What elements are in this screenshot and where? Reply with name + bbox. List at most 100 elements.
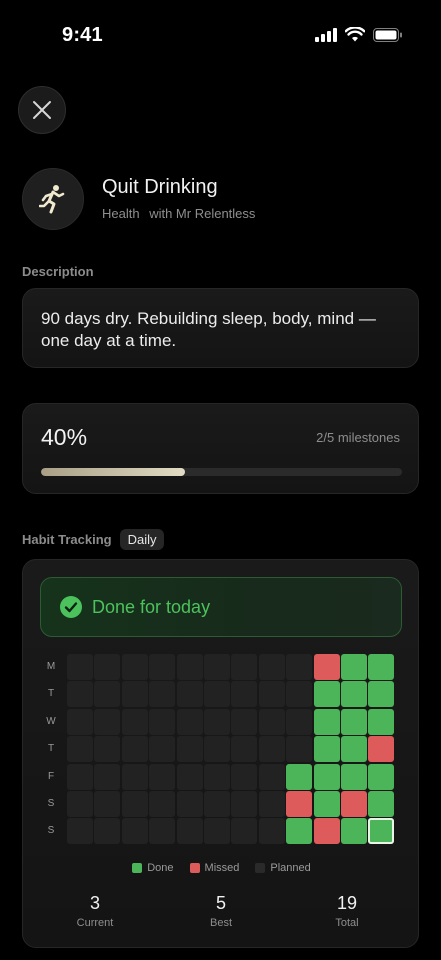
stat-best: 5 Best bbox=[181, 893, 261, 929]
day-cell-planned[interactable] bbox=[149, 763, 176, 790]
day-cell-done[interactable] bbox=[341, 763, 367, 790]
day-cell-planned[interactable] bbox=[94, 791, 121, 817]
day-cell-planned[interactable] bbox=[149, 681, 176, 708]
day-cell-planned[interactable] bbox=[204, 681, 230, 708]
day-cell-planned[interactable] bbox=[204, 818, 230, 845]
day-cell-done[interactable] bbox=[313, 791, 340, 817]
day-cell-planned[interactable] bbox=[94, 818, 121, 845]
day-cell-done[interactable] bbox=[313, 681, 340, 708]
day-cell-missed[interactable] bbox=[368, 736, 395, 763]
day-cell-done[interactable] bbox=[313, 763, 340, 790]
day-cell-planned[interactable] bbox=[94, 654, 121, 680]
progress-card: 40% 2/5 milestones bbox=[22, 403, 419, 494]
day-cell-planned[interactable] bbox=[176, 818, 203, 845]
day-cell-planned[interactable] bbox=[121, 681, 148, 708]
day-cell-planned[interactable] bbox=[258, 654, 285, 680]
day-cell-planned[interactable] bbox=[231, 818, 258, 845]
day-cell-planned[interactable] bbox=[204, 708, 230, 735]
day-cell-done[interactable] bbox=[313, 736, 340, 763]
day-cell-planned[interactable] bbox=[204, 654, 230, 680]
day-cell-planned[interactable] bbox=[204, 791, 230, 817]
day-cell-missed[interactable] bbox=[286, 791, 313, 817]
day-cell-planned[interactable] bbox=[67, 681, 93, 708]
day-cell-missed[interactable] bbox=[313, 654, 340, 680]
done-today-banner[interactable]: Done for today bbox=[40, 577, 402, 637]
day-cell-planned[interactable] bbox=[258, 763, 285, 790]
done-today-text: Done for today bbox=[92, 596, 211, 617]
day-cell-planned[interactable] bbox=[121, 763, 148, 790]
stat-current: 3 Current bbox=[55, 893, 135, 929]
day-cell-planned[interactable] bbox=[258, 708, 285, 735]
day-cell-planned[interactable] bbox=[204, 763, 230, 790]
habit-coach: with Mr Relentless bbox=[149, 206, 256, 221]
day-cell-planned[interactable] bbox=[67, 818, 93, 845]
day-cell-planned[interactable] bbox=[149, 736, 176, 763]
day-cell-planned[interactable] bbox=[121, 736, 148, 763]
day-cell-planned[interactable] bbox=[176, 791, 203, 817]
day-cell-planned[interactable] bbox=[286, 708, 313, 735]
close-icon bbox=[33, 101, 51, 119]
day-cell-done[interactable] bbox=[368, 818, 395, 845]
day-cell-planned[interactable] bbox=[286, 681, 313, 708]
day-cell-planned[interactable] bbox=[149, 818, 176, 845]
day-cell-planned[interactable] bbox=[94, 736, 121, 763]
day-cell-planned[interactable] bbox=[231, 654, 258, 680]
day-cell-done[interactable] bbox=[341, 708, 367, 735]
day-cell-planned[interactable] bbox=[94, 708, 121, 735]
description-label: Description bbox=[22, 264, 94, 279]
day-cell-planned[interactable] bbox=[149, 791, 176, 817]
frequency-badge[interactable]: Daily bbox=[119, 529, 165, 550]
day-cell-planned[interactable] bbox=[67, 654, 93, 680]
day-cell-planned[interactable] bbox=[258, 791, 285, 817]
legend-missed-label: Missed bbox=[204, 862, 240, 874]
day-cell-planned[interactable] bbox=[149, 708, 176, 735]
day-cell-done[interactable] bbox=[341, 818, 367, 845]
day-cell-done[interactable] bbox=[341, 736, 367, 763]
day-cell-planned[interactable] bbox=[231, 791, 258, 817]
day-label-sun: S bbox=[47, 825, 55, 837]
status-icons bbox=[315, 27, 403, 42]
legend-done: Done bbox=[132, 862, 174, 874]
day-cell-planned[interactable] bbox=[258, 681, 285, 708]
day-cell-done[interactable] bbox=[368, 654, 395, 680]
day-cell-planned[interactable] bbox=[176, 708, 203, 735]
day-cell-done[interactable] bbox=[368, 791, 395, 817]
close-button[interactable] bbox=[18, 86, 66, 134]
day-cell-done[interactable] bbox=[368, 681, 395, 708]
progress-bar bbox=[41, 468, 402, 476]
day-cell-planned[interactable] bbox=[94, 763, 121, 790]
day-cell-done[interactable] bbox=[368, 708, 395, 735]
day-cell-planned[interactable] bbox=[67, 763, 93, 790]
day-cell-planned[interactable] bbox=[121, 791, 148, 817]
day-cell-done[interactable] bbox=[368, 763, 395, 790]
day-cell-planned[interactable] bbox=[231, 763, 258, 790]
day-cell-done[interactable] bbox=[341, 654, 367, 680]
day-cell-done[interactable] bbox=[286, 818, 313, 845]
day-cell-planned[interactable] bbox=[231, 736, 258, 763]
day-cell-planned[interactable] bbox=[258, 736, 285, 763]
day-cell-missed[interactable] bbox=[341, 791, 367, 817]
day-cell-planned[interactable] bbox=[67, 736, 93, 763]
day-cell-planned[interactable] bbox=[121, 818, 148, 845]
day-cell-planned[interactable] bbox=[231, 708, 258, 735]
day-cell-done[interactable] bbox=[313, 708, 340, 735]
day-cell-planned[interactable] bbox=[258, 818, 285, 845]
day-cell-planned[interactable] bbox=[121, 654, 148, 680]
day-cell-done[interactable] bbox=[286, 763, 313, 790]
day-cell-done[interactable] bbox=[341, 681, 367, 708]
day-cell-planned[interactable] bbox=[204, 736, 230, 763]
day-cell-planned[interactable] bbox=[176, 654, 203, 680]
day-cell-planned[interactable] bbox=[121, 708, 148, 735]
day-cell-planned[interactable] bbox=[67, 791, 93, 817]
day-cell-planned[interactable] bbox=[176, 763, 203, 790]
day-cell-planned[interactable] bbox=[176, 736, 203, 763]
day-cell-planned[interactable] bbox=[149, 654, 176, 680]
day-cell-planned[interactable] bbox=[286, 736, 313, 763]
day-cell-planned[interactable] bbox=[231, 681, 258, 708]
day-cell-planned[interactable] bbox=[176, 681, 203, 708]
day-cell-missed[interactable] bbox=[313, 818, 340, 845]
day-label-sat: S bbox=[47, 798, 55, 809]
day-cell-planned[interactable] bbox=[286, 654, 313, 680]
day-cell-planned[interactable] bbox=[94, 681, 121, 708]
day-cell-planned[interactable] bbox=[67, 708, 93, 735]
